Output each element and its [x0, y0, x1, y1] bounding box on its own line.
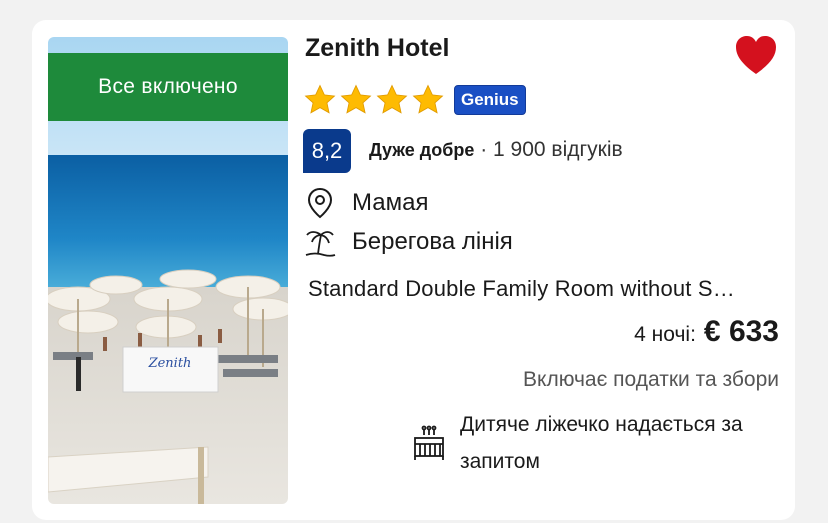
crib-row: Дитяче ліжечко надається за запитом [412, 406, 782, 480]
palm-beach-icon [304, 224, 336, 260]
location-row[interactable]: Мамая [304, 185, 428, 221]
all-inclusive-badge: Все включено [48, 53, 288, 121]
property-card[interactable]: Zenith Все включено Zenith Hotel Genius … [32, 20, 795, 520]
crib-icon [412, 424, 446, 464]
feature-row: Берегова лінія [304, 224, 513, 260]
star-icon [412, 84, 444, 114]
heart-icon [736, 36, 776, 74]
map-pin-icon [304, 185, 336, 221]
review-score-word: Дуже добре [369, 140, 475, 160]
location-text: Мамая [352, 189, 429, 216]
feature-text: Берегова лінія [352, 228, 513, 255]
review-separator: · [480, 138, 494, 161]
review-summary[interactable]: Дуже добре · 1 900 відгуків [369, 138, 623, 162]
favorite-button[interactable] [732, 34, 780, 78]
room-type: Standard Double Family Room without S… [308, 276, 736, 301]
taxes-note: Включає податки та збори [523, 368, 779, 391]
nights-label: 4 ночі: [634, 323, 696, 346]
hotel-name[interactable]: Zenith Hotel [305, 34, 449, 63]
svg-text:Zenith: Zenith [148, 356, 192, 371]
genius-badge: Genius [454, 85, 526, 115]
star-rating: Genius [303, 82, 526, 118]
star-icon [376, 84, 408, 114]
price-block: 4 ночі: € 633 [634, 315, 779, 349]
star-icon [304, 84, 336, 114]
star-icon [340, 84, 372, 114]
review-score-badge: 8,2 [303, 129, 351, 173]
price-amount: € 633 [703, 315, 779, 348]
hotel-photo[interactable]: Zenith Все включено [48, 37, 288, 504]
crib-note: Дитяче ліжечко надається за запитом [460, 413, 743, 473]
review-count: 1 900 відгуків [493, 138, 623, 161]
